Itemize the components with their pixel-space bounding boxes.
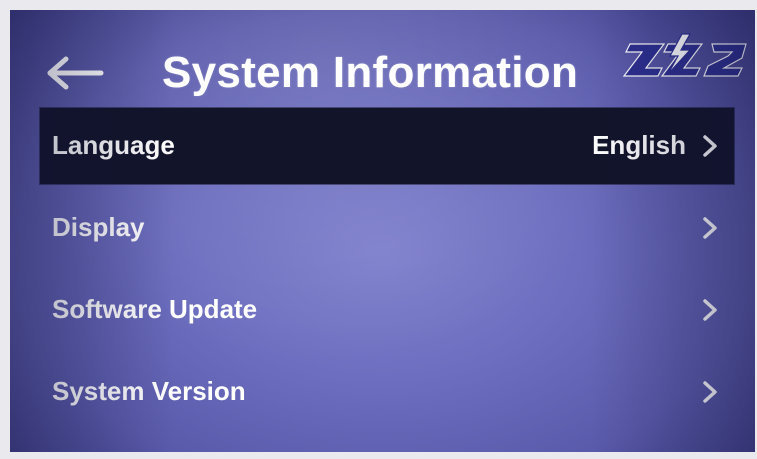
screen: System Information Language English Disp… — [10, 10, 755, 452]
chevron-right-icon — [703, 299, 717, 321]
menu-item-label: System Version — [52, 376, 246, 406]
menu-item-language[interactable]: Language English — [40, 108, 734, 184]
zz2-logo — [622, 33, 747, 77]
chevron-right-icon — [703, 381, 717, 403]
menu-item-display[interactable]: Display — [40, 190, 734, 266]
menu-item-system-version[interactable]: System Version — [40, 354, 734, 430]
menu-item-label: Software Update — [52, 294, 258, 324]
header: System Information — [10, 10, 755, 105]
menu-item-value: English — [592, 130, 686, 160]
menu-item-label: Display — [52, 212, 145, 242]
menu-item-software-update[interactable]: Software Update — [40, 272, 734, 348]
page-title: System Information — [162, 48, 579, 97]
chevron-right-icon — [703, 135, 717, 157]
settings-menu: Language English Display Software Update… — [40, 108, 734, 436]
menu-item-label: Language — [52, 130, 175, 160]
chevron-right-icon — [703, 217, 717, 239]
back-arrow-icon[interactable] — [46, 56, 104, 90]
